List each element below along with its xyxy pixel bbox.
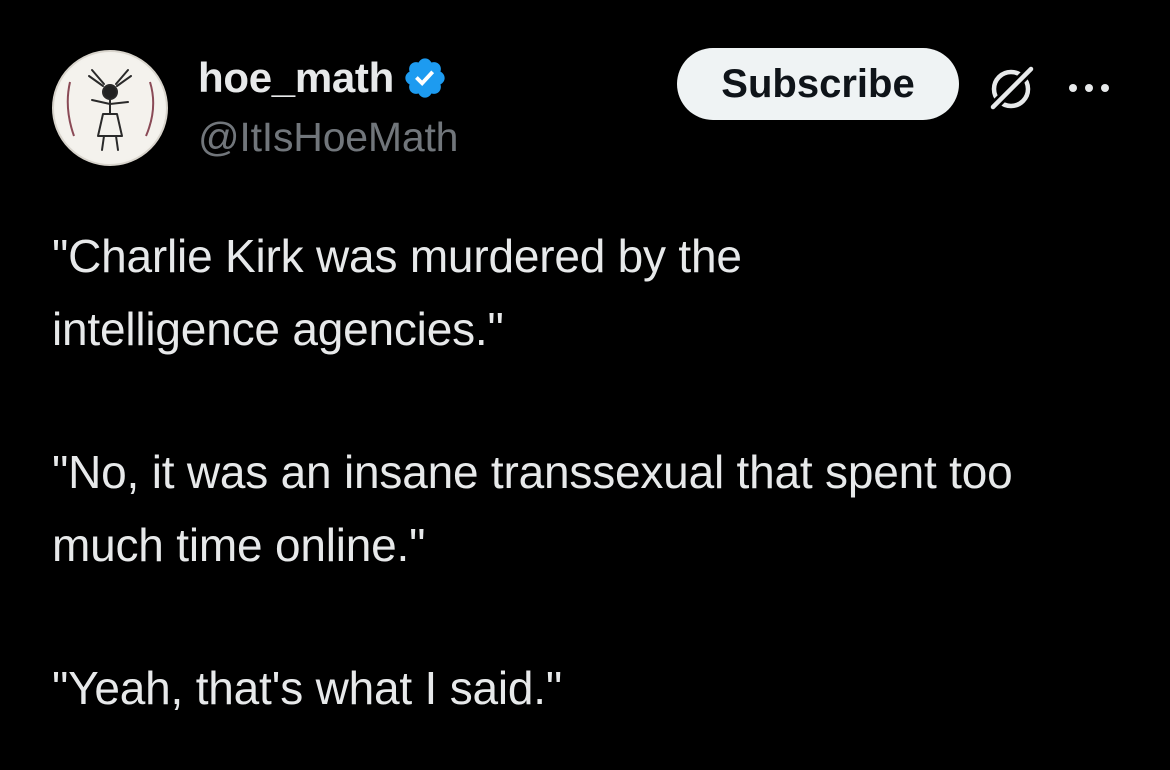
avatar[interactable] bbox=[52, 50, 168, 166]
name-row: hoe_math bbox=[198, 52, 458, 104]
verified-badge-icon[interactable] bbox=[402, 55, 448, 101]
more-icon[interactable] bbox=[1064, 70, 1114, 106]
user-handle[interactable]: @ItIsHoeMath bbox=[198, 114, 458, 161]
grok-icon[interactable] bbox=[984, 60, 1040, 116]
tweet: hoe_math @ItIsHoeMath Subscribe "Charlie… bbox=[0, 0, 1170, 770]
display-name[interactable]: hoe_math bbox=[198, 54, 394, 102]
tweet-paragraph-1: "Charlie Kirk was murdered by the intell… bbox=[52, 230, 742, 355]
subscribe-button[interactable]: Subscribe bbox=[677, 48, 959, 120]
stick-figure-drawing bbox=[56, 54, 164, 162]
tweet-paragraph-3: "Yeah, that's what I said." bbox=[52, 662, 562, 714]
tweet-text: "Charlie Kirk was murdered by the intell… bbox=[52, 220, 1132, 725]
tweet-paragraph-2: "No, it was an insane transsexual that s… bbox=[52, 446, 1013, 571]
user-header: hoe_math @ItIsHoeMath bbox=[198, 52, 458, 161]
